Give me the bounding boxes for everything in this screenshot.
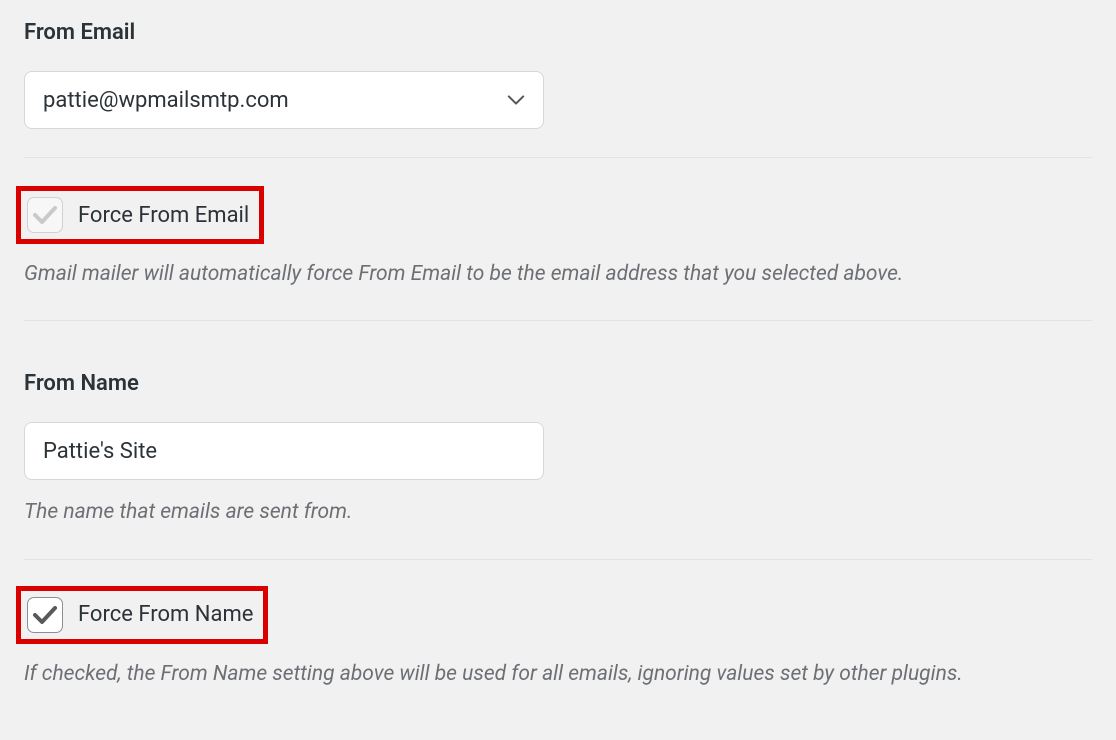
divider [24,157,1092,158]
chevron-down-icon [507,95,525,105]
force-from-email-description: Gmail mailer will automatically force Fr… [24,260,1088,288]
highlight-box: Force From Email [16,186,264,244]
from-email-section: From Email pattie@wpmailsmtp.com Force F… [24,20,1092,288]
from-name-input-wrap[interactable] [24,422,544,480]
from-email-value: pattie@wpmailsmtp.com [43,88,507,113]
from-name-label: From Name [24,371,1092,396]
force-from-email-checkbox [27,197,63,233]
highlight-box: Force From Name [16,586,268,644]
check-icon [32,205,58,225]
check-icon [32,605,58,625]
from-email-label: From Email [24,20,1092,45]
divider [24,559,1092,560]
from-name-input[interactable] [43,423,525,479]
force-from-name-checkbox[interactable] [27,597,63,633]
from-name-section: From Name The name that emails are sent … [24,371,1092,688]
from-name-description: The name that emails are sent from. [24,498,1088,526]
divider [24,320,1092,321]
force-from-email-label: Force From Email [78,203,249,228]
from-email-select[interactable]: pattie@wpmailsmtp.com [24,71,544,129]
force-from-name-label: Force From Name [78,602,253,627]
force-from-name-description: If checked, the From Name setting above … [24,660,1088,688]
force-from-email-row: Force From Email [21,191,259,239]
force-from-name-row: Force From Name [21,591,263,639]
